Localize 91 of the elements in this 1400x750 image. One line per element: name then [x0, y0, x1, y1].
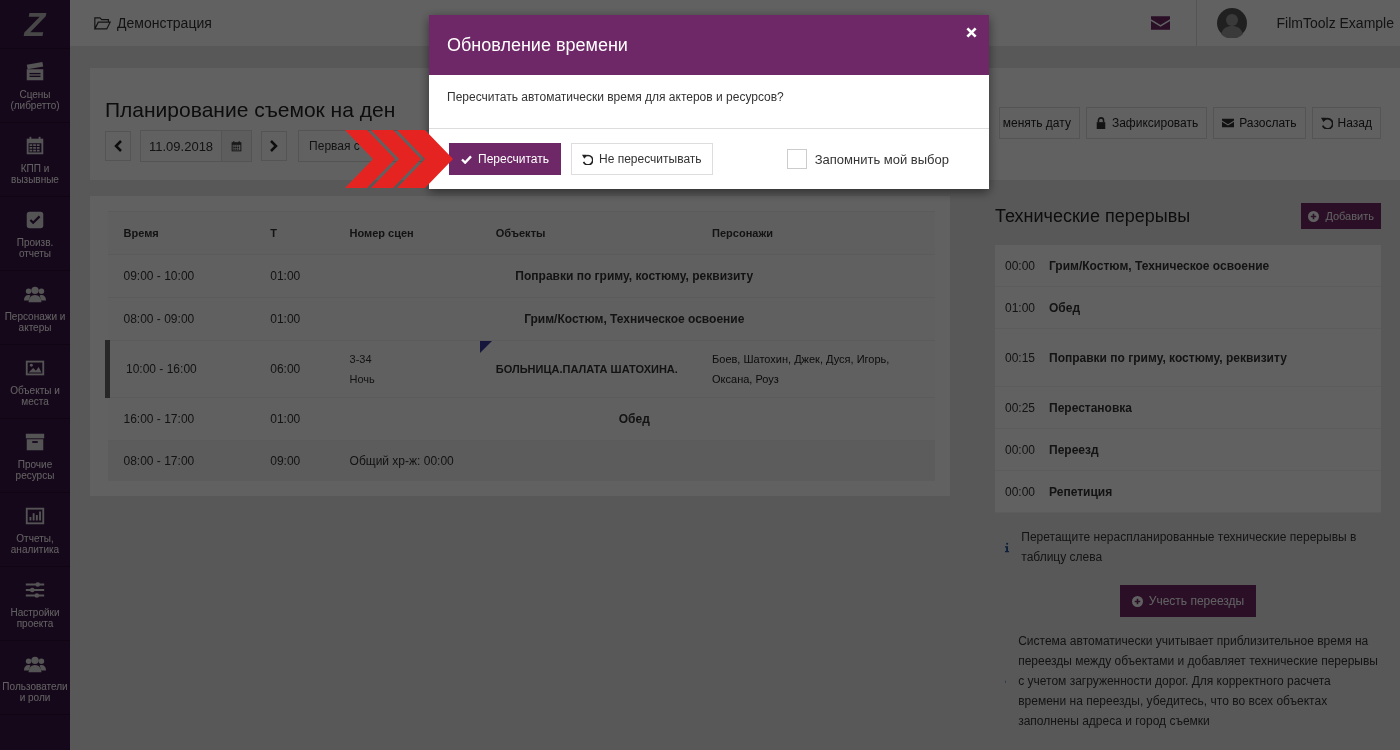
break-duration: 00:00: [1005, 484, 1033, 499]
close-icon: [966, 27, 977, 38]
check-icon: [461, 154, 472, 164]
break-duration: 00:00: [1005, 442, 1033, 457]
date-field[interactable]: 11.09.2018: [140, 130, 253, 162]
travel-button[interactable]: Учесть переезды: [1119, 585, 1257, 617]
break-label: Поправки по гриму, костюму, реквизиту: [515, 269, 754, 283]
break-name: Обед: [1049, 299, 1082, 317]
sidebar-item[interactable]: КПП и вызывные: [0, 123, 70, 197]
avatar-icon: [1216, 8, 1247, 38]
break-item[interactable]: 00:25 Перестановка: [995, 387, 1381, 429]
scene-info: Ночь: [349, 372, 376, 387]
break-item[interactable]: 00:00 Переезд: [995, 429, 1381, 471]
break-name: Репетиция: [1049, 483, 1114, 501]
skip-button[interactable]: Не пересчитывать: [571, 143, 713, 175]
dialog-message: Пересчитать автоматически время для актеров и ресурсов?: [429, 75, 989, 129]
table-cell: 16:00 - 17:00: [107, 397, 255, 441]
column-header: Время: [107, 211, 255, 255]
user-name[interactable]: FilmToolz Example: [1276, 15, 1394, 31]
break-item[interactable]: 00:15 Поправки по гриму, костюму, реквизиту: [995, 329, 1381, 387]
sidebar-item[interactable]: Прочие ресурсы: [0, 419, 70, 493]
table-cell: 09:00 - 10:00: [107, 254, 255, 298]
chevron-left-icon: [114, 140, 122, 152]
chevron-right-icon: [270, 140, 279, 152]
next-button[interactable]: [261, 131, 288, 161]
undo-icon: [582, 153, 593, 165]
page-title: Планирование съемок на ден: [105, 98, 397, 122]
break-label: Обед: [618, 412, 650, 426]
break-duration: 00:15: [1005, 350, 1033, 365]
break-item[interactable]: 00:00 Грим/Костюм, Техническое освоение: [995, 245, 1381, 287]
logo[interactable]: Z: [24, 4, 46, 44]
total-note: Общий хр-ж: 00:00: [349, 454, 454, 468]
toolbar-button[interactable]: Зафиксировать: [1085, 107, 1208, 139]
dialog-title: Обновление времени: [447, 34, 628, 56]
recalculate-button[interactable]: Пересчитать: [449, 143, 561, 175]
lock-icon: [1094, 117, 1107, 129]
table-cell: 08:00 - 09:00: [107, 297, 255, 341]
sidebar-item[interactable]: Объекты и места: [0, 345, 70, 419]
sidebar-item[interactable]: Персонажи и актеры: [0, 271, 70, 345]
break-name: Грим/Костюм, Техническое освоение: [1049, 257, 1271, 275]
break-duration: 01:00: [1005, 300, 1033, 315]
sidebar-item[interactable]: Сцены (либретто): [0, 49, 70, 123]
table-cell: 01:00: [254, 297, 334, 341]
break-item[interactable]: 00:00 Репетиция: [995, 471, 1381, 513]
close-button[interactable]: [966, 27, 977, 38]
plus-circle-icon: [1308, 210, 1320, 222]
table-cell: 01:00: [254, 254, 334, 298]
folder-icon: [94, 16, 111, 30]
column-header: Персонажи: [696, 211, 935, 255]
remember-checkbox[interactable]: [786, 149, 807, 169]
break-name: Перестановка: [1049, 399, 1133, 417]
break-duration: 00:00: [1005, 258, 1033, 273]
table-cell: 10:00 - 16:00: [107, 340, 255, 398]
sidebar-item[interactable]: Отчеты, аналитика: [0, 493, 70, 567]
clapper-icon: [24, 60, 46, 83]
sidebar-item[interactable]: Настройки проекта: [0, 567, 70, 641]
toolbar-button[interactable]: Разослать: [1213, 107, 1306, 139]
hint-text: Перетащите нераспланированные технические перерывы в таблицу слева: [1021, 529, 1358, 566]
envelope-icon[interactable]: [1150, 16, 1170, 30]
table-cell: 06:00: [254, 340, 334, 398]
previous-button[interactable]: [105, 131, 131, 161]
calendar-icon: [230, 139, 244, 153]
plus-circle-icon: [1131, 595, 1143, 607]
break-item[interactable]: 01:00 Обед: [995, 287, 1381, 329]
table-cell: Боев, Шатохин, Джек, Дуся, Игорь, Оксана, Роуз: [696, 340, 935, 398]
sidebar-item[interactable]: Произв. отчеты: [0, 197, 70, 271]
toolbar-button[interactable]: Назад: [1311, 107, 1381, 139]
sidebar-item[interactable]: Пользователи и роли: [0, 641, 70, 715]
scene-info: 3-34: [349, 352, 373, 367]
table-cell: 09:00: [254, 440, 334, 481]
breadcrumb[interactable]: Демонстрация: [117, 15, 212, 31]
toolbar-button[interactable]: менять дату: [998, 107, 1080, 139]
table-cell: 01:00: [254, 397, 334, 441]
info-text: Система автоматически учитывает приблизительное время на переезды между объектами и добавляет технические перерывы с учетом загруженности дорог. Для корректного расчета времени на переезды, убедитесь, что во всех объектах заполнены адреса и город съемки: [1018, 633, 1379, 730]
column-header: Номер сцен: [333, 211, 480, 255]
envelope-icon: [1222, 117, 1235, 129]
add-button[interactable]: Добавить: [1301, 203, 1381, 229]
column-header: Т: [254, 211, 334, 255]
break-name: Поправки по гриму, костюму, реквизиту: [1049, 349, 1288, 367]
table-cell: 08:00 - 17:00: [107, 440, 255, 481]
info-icon: [1005, 541, 1010, 553]
checkbox-label: Запомнить мой выбор: [814, 151, 949, 167]
break-name: Переезд: [1049, 441, 1100, 459]
calendar-icon: [24, 134, 46, 157]
corner-marker-icon: [479, 341, 492, 353]
break-label: Грим/Костюм, Техническое освоение: [524, 312, 745, 326]
column-header: Объекты: [479, 211, 697, 255]
undo-icon: [1320, 117, 1333, 129]
table-cell-text: БОЛЬНИЦА.ПАЛАТА ШАТОХИНА.: [495, 362, 679, 377]
break-duration: 00:25: [1005, 400, 1033, 415]
section-title: Технические перерывы: [995, 205, 1191, 227]
